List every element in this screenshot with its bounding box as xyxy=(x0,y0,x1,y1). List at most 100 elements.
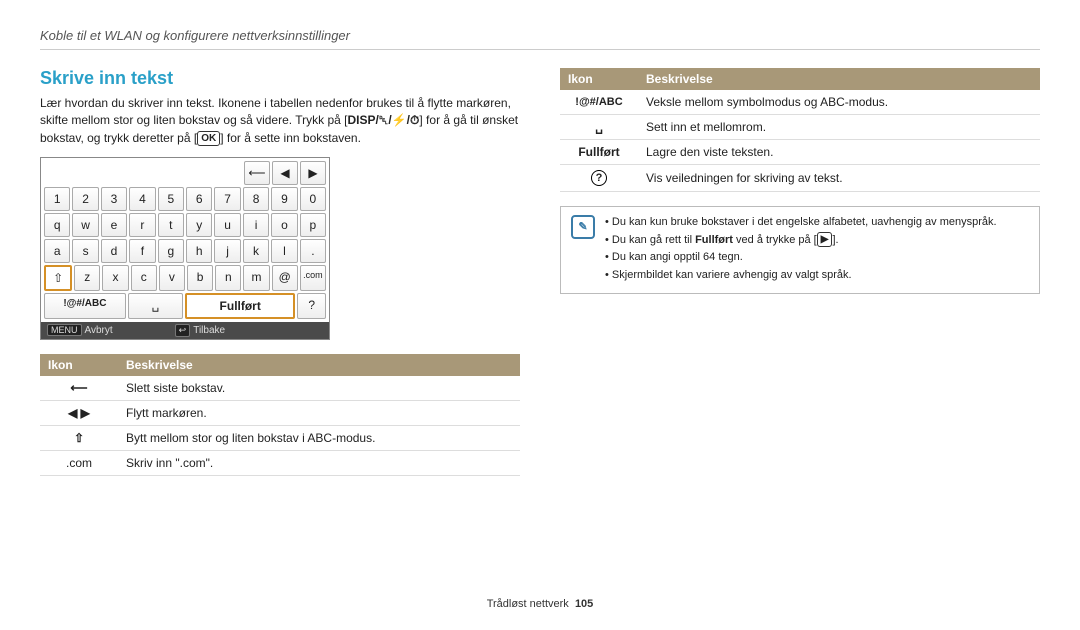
key[interactable]: 8 xyxy=(243,187,269,211)
page-number: 105 xyxy=(575,598,593,610)
key-done[interactable]: Fullført xyxy=(185,293,295,319)
kb-row-2: q w e r t y u i o p xyxy=(43,212,327,238)
desc-cell: Skriv inn ".com". xyxy=(118,451,520,476)
table-row: Fullført Lagre den viste teksten. xyxy=(560,140,1040,165)
key[interactable]: t xyxy=(158,213,184,237)
kb-row-5: !@#/ABC ␣ Fullført ? xyxy=(43,292,327,320)
right-column: Ikon Beskrivelse !@#/ABC Veksle mellom s… xyxy=(560,68,1040,476)
key[interactable]: x xyxy=(102,265,128,291)
footer-cancel-label: Avbryt xyxy=(85,325,113,336)
icon-cell: ⟵ xyxy=(40,376,118,401)
th-icon: Ikon xyxy=(560,68,638,90)
key[interactable]: u xyxy=(214,213,240,237)
key[interactable]: p xyxy=(300,213,326,237)
ok-icon: OK xyxy=(197,131,220,146)
icon-table-left: Ikon Beskrivelse ⟵ Slett siste bokstav. … xyxy=(40,354,520,476)
key[interactable]: z xyxy=(74,265,100,291)
disp-icons: DISP/␡/⚡/⏱ xyxy=(347,113,419,127)
key-right[interactable]: ▶ xyxy=(300,161,326,185)
key[interactable]: b xyxy=(187,265,213,291)
key-backspace[interactable]: ⟵ xyxy=(244,161,270,185)
key-left[interactable]: ◀ xyxy=(272,161,298,185)
th-icon: Ikon xyxy=(40,354,118,376)
desc-cell: Vis veiledningen for skriving av tekst. xyxy=(638,165,1040,192)
key[interactable]: 9 xyxy=(271,187,297,211)
desc-cell: Slett siste bokstav. xyxy=(118,376,520,401)
key-dotcom[interactable]: .com xyxy=(300,265,326,291)
key[interactable]: @ xyxy=(272,265,298,291)
icon-cell: ◀ ▶ xyxy=(40,401,118,426)
key[interactable]: g xyxy=(158,239,184,263)
key[interactable]: y xyxy=(186,213,212,237)
note-item: Du kan angi opptil 64 tegn. xyxy=(605,250,997,265)
key[interactable]: 1 xyxy=(44,187,70,211)
footer-cancel: MENUAvbryt xyxy=(47,324,113,337)
note-item: Skjermbildet kan variere avhengig av val… xyxy=(605,268,997,283)
key-shift[interactable]: ⇧ xyxy=(44,265,72,291)
key[interactable]: 0 xyxy=(300,187,326,211)
desc-cell: Sett inn et mellomrom. xyxy=(638,115,1040,140)
key[interactable]: l xyxy=(271,239,297,263)
footer-section: Trådløst nettverk xyxy=(487,598,569,610)
menu-tag: MENU xyxy=(47,324,82,336)
icon-cell: ⇧ xyxy=(40,426,118,451)
key-space[interactable]: ␣ xyxy=(128,293,183,319)
key[interactable]: o xyxy=(271,213,297,237)
key[interactable]: 4 xyxy=(129,187,155,211)
key[interactable]: f xyxy=(129,239,155,263)
back-tag: ↩ xyxy=(175,324,191,337)
breadcrumb: Koble til et WLAN og konfigurere nettver… xyxy=(40,28,1040,43)
key[interactable]: j xyxy=(214,239,240,263)
desc-cell: Bytt mellom stor og liten bokstav i ABC-… xyxy=(118,426,520,451)
key[interactable]: k xyxy=(243,239,269,263)
desc-cell: Veksle mellom symbolmodus og ABC-modus. xyxy=(638,90,1040,115)
kb-row-top: ⟵ ◀ ▶ xyxy=(43,160,327,186)
key[interactable]: m xyxy=(243,265,269,291)
intro-part3: ] for å sette inn bokstaven. xyxy=(220,131,361,145)
icon-cell: Fullført xyxy=(560,140,638,165)
table-row: ⟵ Slett siste bokstav. xyxy=(40,376,520,401)
key[interactable]: v xyxy=(159,265,185,291)
note-list: Du kan kun bruke bokstaver i det engelsk… xyxy=(605,215,997,285)
table-row: ⇧ Bytt mellom stor og liten bokstav i AB… xyxy=(40,426,520,451)
key-help[interactable]: ? xyxy=(297,293,326,319)
key[interactable]: . xyxy=(300,239,326,263)
key[interactable]: n xyxy=(215,265,241,291)
key[interactable]: s xyxy=(72,239,98,263)
help-circle-icon: ? xyxy=(591,170,607,186)
keyboard-footer: MENUAvbryt ↩Tilbake xyxy=(41,322,329,339)
note-box: ✎ Du kan kun bruke bokstaver i det engel… xyxy=(560,206,1040,294)
key-mode[interactable]: !@#/ABC xyxy=(44,293,126,319)
footer-back-label: Tilbake xyxy=(193,325,225,336)
key[interactable]: c xyxy=(131,265,157,291)
table-row: ? Vis veiledningen for skriving av tekst… xyxy=(560,165,1040,192)
table-row: ◀ ▶ Flytt markøren. xyxy=(40,401,520,426)
key[interactable]: h xyxy=(186,239,212,263)
key[interactable]: 7 xyxy=(214,187,240,211)
key[interactable]: a xyxy=(44,239,70,263)
left-column: Skrive inn tekst Lær hvordan du skriver … xyxy=(40,68,520,476)
divider xyxy=(40,49,1040,50)
intro-text: Lær hvordan du skriver inn tekst. Ikonen… xyxy=(40,95,520,147)
key[interactable]: 3 xyxy=(101,187,127,211)
key[interactable]: q xyxy=(44,213,70,237)
kb-row-1: 1 2 3 4 5 6 7 8 9 0 xyxy=(43,186,327,212)
key[interactable]: e xyxy=(101,213,127,237)
th-desc: Beskrivelse xyxy=(118,354,520,376)
note-icon: ✎ xyxy=(571,215,595,239)
key[interactable]: i xyxy=(243,213,269,237)
icon-cell: .com xyxy=(40,451,118,476)
icon-table-right: Ikon Beskrivelse !@#/ABC Veksle mellom s… xyxy=(560,68,1040,192)
note-item: Du kan gå rett til Fullført ved å trykke… xyxy=(605,232,997,248)
key[interactable]: 2 xyxy=(72,187,98,211)
key[interactable]: 6 xyxy=(186,187,212,211)
table-row: !@#/ABC Veksle mellom symbolmodus og ABC… xyxy=(560,90,1040,115)
key[interactable]: w xyxy=(72,213,98,237)
icon-cell: ␣ xyxy=(560,115,638,140)
note-item: Du kan kun bruke bokstaver i det engelsk… xyxy=(605,215,997,230)
key[interactable]: d xyxy=(101,239,127,263)
page-footer: Trådløst nettverk 105 xyxy=(0,598,1080,610)
key[interactable]: r xyxy=(129,213,155,237)
key[interactable]: 5 xyxy=(158,187,184,211)
kb-row-3: a s d f g h j k l . xyxy=(43,238,327,264)
